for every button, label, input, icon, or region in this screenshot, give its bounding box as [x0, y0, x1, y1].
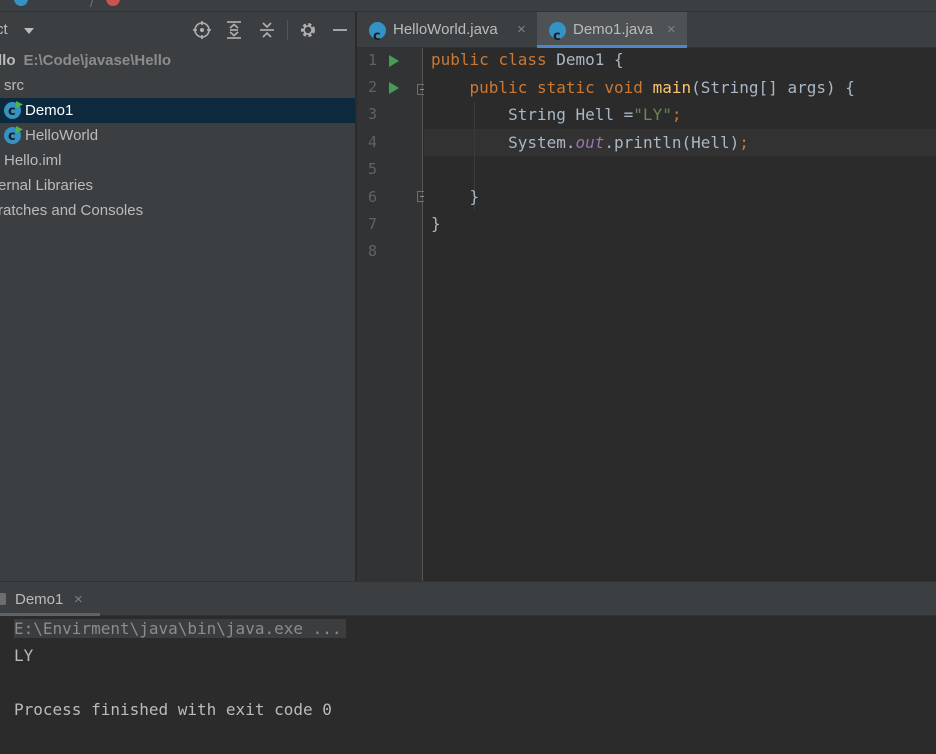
- toolbar-separator: [287, 20, 288, 40]
- line-number: 4: [367, 133, 377, 151]
- editor-tab-bar: HelloWorld.java × Demo1.java ×: [357, 12, 936, 55]
- console-exit-line: Process finished with exit code 0: [14, 700, 332, 719]
- close-icon[interactable]: ×: [74, 591, 83, 608]
- console-output-line: LY: [14, 646, 34, 665]
- tree-item-label: lloE:\Code\javase\Hello: [0, 52, 172, 69]
- editor-gutter[interactable]: 1 2 3 4 5 6 7 8: [357, 48, 428, 581]
- run-tab-label: Demo1: [15, 591, 64, 608]
- java-class-icon: [4, 99, 23, 124]
- hide-icon[interactable]: [330, 20, 350, 40]
- tree-item-src[interactable]: src: [0, 73, 355, 98]
- chevron-down-icon[interactable]: [24, 28, 34, 34]
- project-panel-header: ct: [0, 12, 355, 48]
- tab-label: HelloWorld.java: [393, 21, 498, 38]
- navigation-bar: /: [0, 0, 936, 12]
- tree-item-label: ernal Libraries: [0, 177, 94, 194]
- project-panel: ct lloE:\Code\javase\Hello src Demo1: [0, 12, 356, 581]
- code-line-3: String Hell ="LY";: [508, 105, 682, 124]
- code-line-1: public class Demo1 {: [431, 50, 624, 69]
- project-view-title[interactable]: ct: [0, 21, 8, 38]
- tree-item-helloworld[interactable]: HelloWorld: [0, 123, 355, 149]
- code-line-2: public static void main(String[] args) {: [469, 78, 855, 97]
- breadcrumb-separator: /: [90, 0, 94, 10]
- line-number: 2: [367, 78, 377, 96]
- code-line-4: System.out.println(Hell);: [508, 133, 749, 152]
- line-number: 8: [367, 242, 377, 260]
- locate-icon[interactable]: [192, 20, 212, 40]
- line-number: 1: [367, 51, 377, 69]
- line-number: 6: [367, 188, 377, 206]
- tree-item-label: src: [4, 77, 24, 94]
- tree-item-label: Demo1: [25, 102, 74, 119]
- project-path: E:\Code\javase\Hello: [23, 52, 172, 69]
- java-class-icon: [369, 19, 386, 55]
- line-number: 3: [367, 105, 377, 123]
- line-number: 7: [367, 215, 377, 233]
- code-line-6: }: [469, 187, 480, 206]
- run-tool-window-header: Demo1 ×: [0, 581, 936, 616]
- tree-item-label: HelloWorld: [25, 127, 99, 144]
- close-icon[interactable]: ×: [517, 12, 526, 48]
- tree-item-label: Hello.iml: [4, 152, 62, 169]
- tab-label: Demo1.java: [573, 21, 654, 38]
- code-line-7: }: [431, 214, 441, 233]
- class-icon: [14, 0, 28, 6]
- tree-item-demo1[interactable]: Demo1: [0, 98, 355, 124]
- tree-item-hello-project[interactable]: lloE:\Code\javase\Hello: [0, 48, 355, 73]
- line-number: 5: [367, 160, 377, 178]
- tab-demo1-java[interactable]: Demo1.java ×: [537, 12, 687, 55]
- collapse-all-icon[interactable]: [257, 20, 277, 40]
- run-console[interactable]: E:\Envirment\java\bin\java.exe ... LY Pr…: [0, 616, 936, 754]
- tree-item-external-libraries[interactable]: ernal Libraries: [0, 173, 355, 198]
- code-editor[interactable]: public class Demo1 { public static void …: [424, 48, 936, 581]
- run-tab-demo1[interactable]: Demo1 ×: [0, 582, 100, 616]
- run-class-icon[interactable]: [389, 55, 399, 67]
- java-class-icon: [4, 124, 23, 149]
- gear-icon[interactable]: [298, 20, 318, 40]
- java-class-icon: [549, 19, 566, 55]
- expand-all-icon[interactable]: [224, 20, 244, 40]
- console-command-line[interactable]: E:\Envirment\java\bin\java.exe ...: [14, 616, 346, 642]
- tree-item-hello-iml[interactable]: Hello.iml: [0, 148, 355, 173]
- method-icon: [106, 0, 120, 6]
- tree-item-label: ratches and Consoles: [0, 202, 144, 219]
- run-config-icon: [0, 593, 6, 605]
- tree-item-scratches[interactable]: ratches and Consoles: [0, 198, 355, 223]
- run-main-icon[interactable]: [389, 82, 399, 94]
- tab-helloworld-java[interactable]: HelloWorld.java ×: [357, 12, 535, 55]
- close-icon[interactable]: ×: [667, 12, 676, 48]
